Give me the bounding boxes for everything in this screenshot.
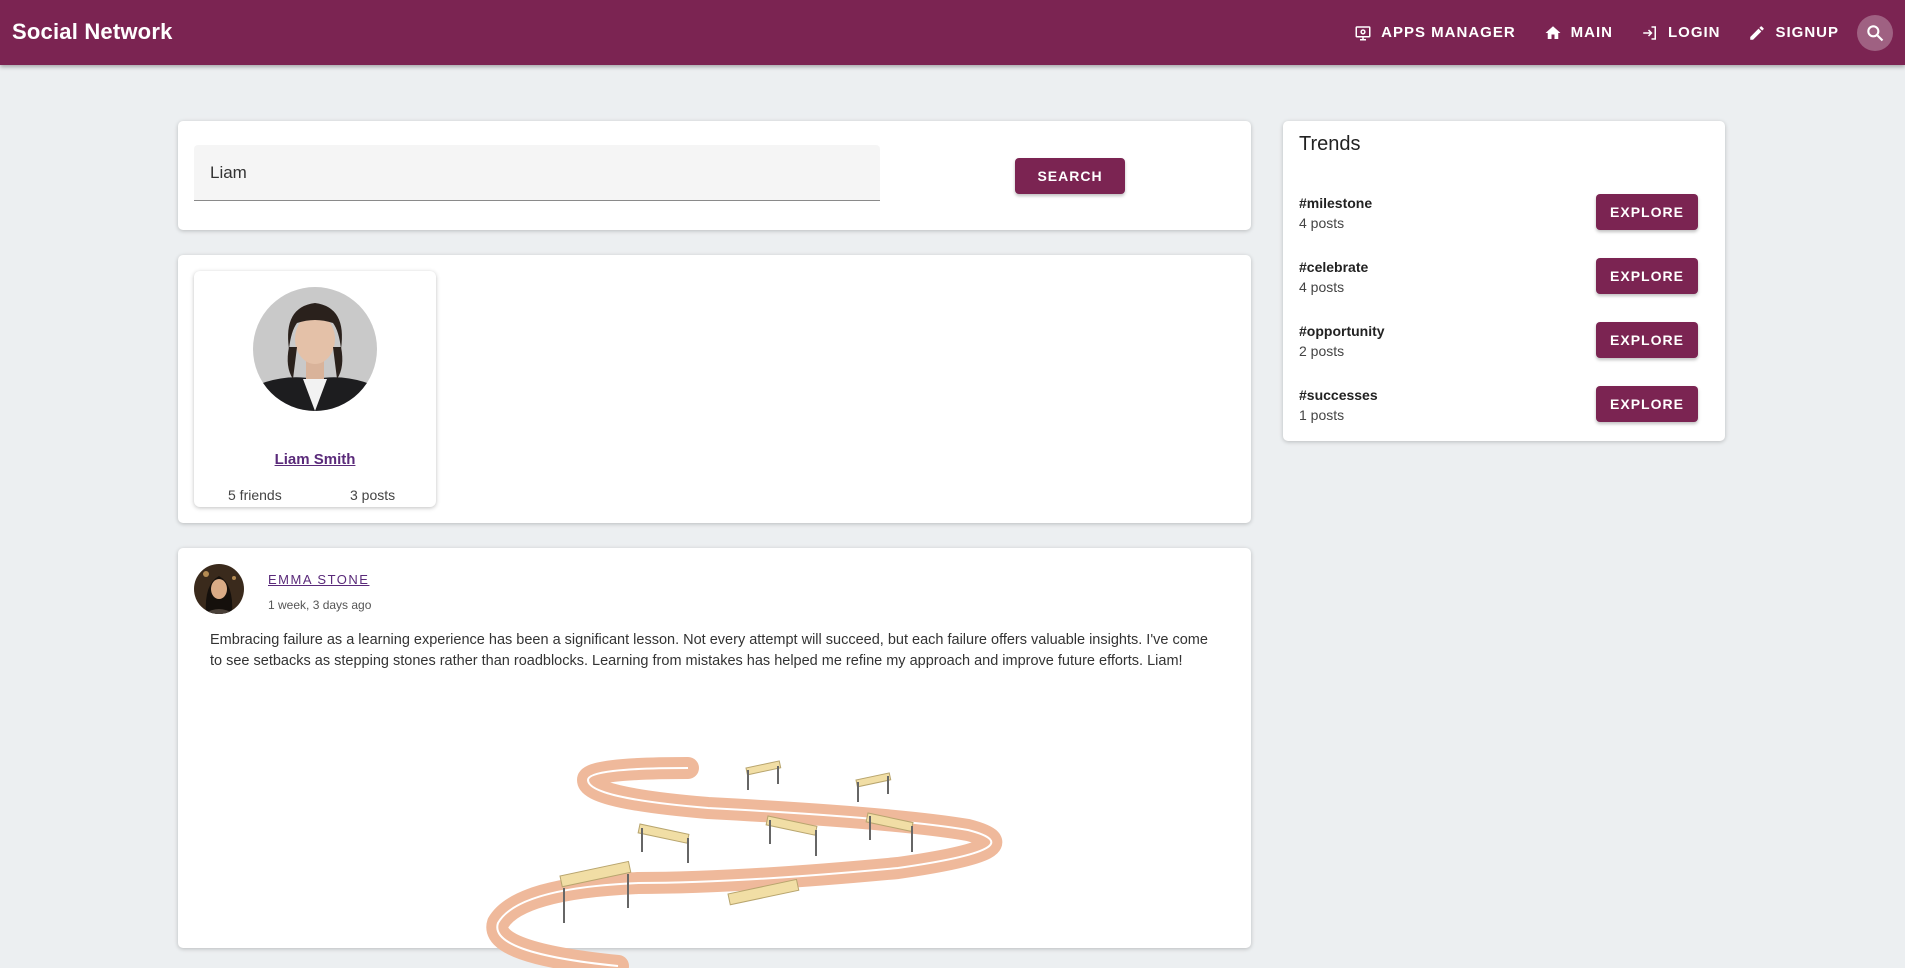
trend-item: #milestone 4 posts EXPLORE xyxy=(1299,191,1699,235)
main-label: MAIN xyxy=(1570,24,1613,41)
post-timestamp: 1 week, 3 days ago xyxy=(268,598,372,612)
trend-tag: #milestone xyxy=(1299,195,1373,211)
global-search-button[interactable] xyxy=(1857,14,1893,51)
post-author-link[interactable]: EMMA STONE xyxy=(268,572,369,587)
trend-count: 4 posts xyxy=(1299,215,1345,231)
trend-item: #celebrate 4 posts EXPLORE xyxy=(1299,255,1699,299)
search-input[interactable] xyxy=(194,145,880,201)
trend-tag: #celebrate xyxy=(1299,259,1369,275)
signup-label: SIGNUP xyxy=(1775,24,1839,41)
avatar[interactable] xyxy=(253,287,377,411)
login-button[interactable]: LOGIN xyxy=(1627,13,1735,53)
app-title[interactable]: Social Network xyxy=(12,19,173,45)
search-icon xyxy=(1867,24,1884,41)
apps-manager-label: APPS MANAGER xyxy=(1381,24,1516,41)
signup-button[interactable]: SIGNUP xyxy=(1734,13,1853,53)
search-results-card: Liam Smith 5 friends 3 posts xyxy=(178,255,1251,523)
explore-successes-button[interactable]: EXPLORE xyxy=(1596,386,1698,422)
trend-count: 1 posts xyxy=(1299,407,1345,423)
trends-title: Trends xyxy=(1299,133,1361,155)
user-name-link[interactable]: Liam Smith xyxy=(194,451,436,468)
explore-celebrate-button[interactable]: EXPLORE xyxy=(1596,258,1698,294)
posts-count: 3 posts xyxy=(350,487,396,503)
post-image-hurdles-track xyxy=(486,757,1003,968)
monitor-settings-icon xyxy=(1355,25,1371,40)
trend-item: #successes 1 posts EXPLORE xyxy=(1299,383,1699,427)
post-text: Embracing failure as a learning experien… xyxy=(210,632,1208,669)
home-icon xyxy=(1545,25,1561,39)
trends-card: Trends #milestone 4 posts EXPLORE #celeb… xyxy=(1283,121,1725,441)
trend-count: 2 posts xyxy=(1299,343,1345,359)
explore-milestone-button[interactable]: EXPLORE xyxy=(1596,194,1698,230)
main-button[interactable]: MAIN xyxy=(1530,13,1627,53)
author-avatar-image xyxy=(194,564,244,614)
trend-tag: #opportunity xyxy=(1299,323,1385,339)
apps-manager-button[interactable]: APPS MANAGER xyxy=(1340,13,1530,53)
explore-opportunity-button[interactable]: EXPLORE xyxy=(1596,322,1698,358)
trend-count: 4 posts xyxy=(1299,279,1345,295)
app-bar: Social Network APPS MANAGER MAIN LOGIN S… xyxy=(0,0,1905,65)
friends-count: 5 friends xyxy=(228,487,282,503)
search-card: SEARCH xyxy=(178,121,1251,230)
trend-tag: #successes xyxy=(1299,387,1378,403)
login-icon xyxy=(1643,25,1656,40)
avatar[interactable] xyxy=(194,564,244,614)
user-result-card[interactable]: Liam Smith 5 friends 3 posts xyxy=(194,271,436,507)
top-nav: APPS MANAGER MAIN LOGIN SIGNUP xyxy=(1340,0,1905,65)
trend-item: #opportunity 2 posts EXPLORE xyxy=(1299,319,1699,363)
post-card: EMMA STONE 1 week, 3 days ago Embracing … xyxy=(178,548,1251,968)
user-avatar-image xyxy=(253,287,377,411)
login-label: LOGIN xyxy=(1667,24,1721,41)
pen-icon xyxy=(1750,25,1765,40)
search-button[interactable]: SEARCH xyxy=(1015,158,1125,194)
